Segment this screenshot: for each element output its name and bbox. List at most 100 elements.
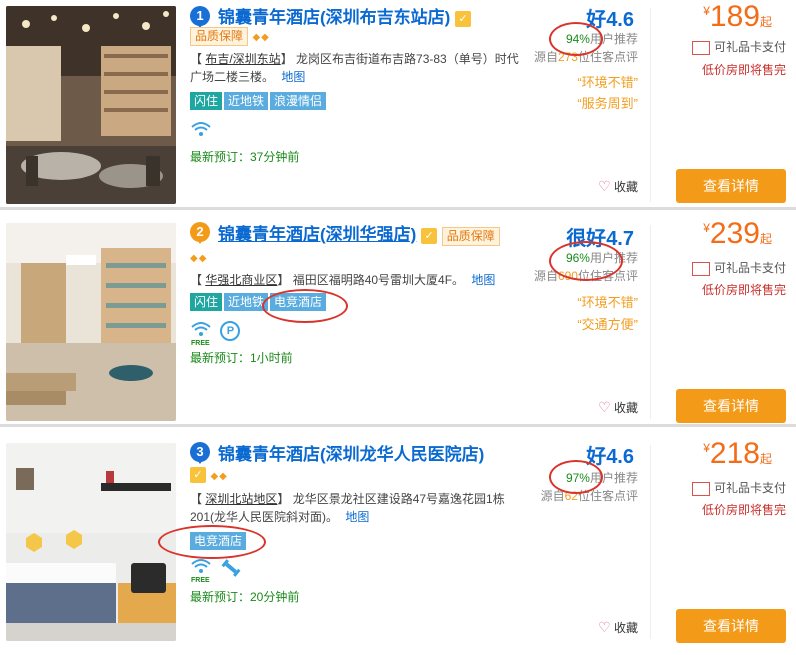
diamond-icon: ◆◆ bbox=[252, 32, 270, 43]
hotel-name-text[interactable]: 锦囊青年酒店(深圳布吉东站店) bbox=[218, 8, 450, 27]
thumbs-up-icon: ✓ bbox=[190, 466, 206, 483]
hotel-card-3: 3 锦囊青年酒店(深圳龙华人民医院店) ✓ ◆◆ 【 深圳北站地区】 龙华区景龙… bbox=[0, 437, 796, 655]
price-unit: 起 bbox=[759, 15, 772, 29]
area-link[interactable]: 布吉/深圳东站 bbox=[205, 52, 280, 66]
heart-icon: ♡ bbox=[598, 178, 611, 194]
address: 【 深圳北站地区】 龙华区景龙社区建设路47号嘉逸花园1栋201(龙华人民医院斜… bbox=[190, 492, 505, 524]
facility-row: FREE bbox=[190, 558, 242, 587]
hotel-name-text[interactable]: 锦囊青年酒店(深圳龙华人民医院店) bbox=[218, 445, 484, 464]
latest-booking: 最新预订：1小时前 bbox=[190, 351, 293, 365]
currency: ¥ bbox=[703, 441, 710, 455]
low-price-note: 低价房即将售完 bbox=[701, 63, 786, 77]
heart-icon: ♡ bbox=[598, 399, 611, 415]
wifi-icon bbox=[191, 122, 211, 136]
diamond-icon: ◆◆ bbox=[210, 471, 228, 482]
favorite-button[interactable]: ♡ 收藏 bbox=[598, 178, 638, 195]
hotel-name-text[interactable]: 锦囊青年酒店(深圳华强店) bbox=[218, 225, 416, 244]
map-link[interactable]: 地图 bbox=[345, 510, 369, 524]
tag-item: 闪住 bbox=[190, 92, 223, 110]
area-link[interactable]: 华强北商业区 bbox=[205, 273, 277, 287]
favorite-button[interactable]: ♡ 收藏 bbox=[598, 399, 638, 416]
hotel-name[interactable]: 锦囊青年酒店(深圳布吉东站店) ✓ bbox=[218, 3, 472, 28]
hotel-name[interactable]: 锦囊青年酒店(深圳华强店) ✓ 品质保障 bbox=[218, 220, 500, 246]
diamond-icon: ◆◆ bbox=[190, 253, 208, 264]
view-details-button[interactable]: 查看详情 bbox=[676, 389, 786, 423]
tag-item: 近地铁 bbox=[224, 92, 269, 110]
wifi-free-icon: FREE bbox=[190, 558, 212, 587]
price-unit: 起 bbox=[759, 232, 772, 246]
latest-booking: 最新预订：20分钟前 bbox=[190, 590, 300, 604]
highlight-circle bbox=[549, 22, 603, 56]
gift-card-icon bbox=[691, 261, 710, 276]
price-value: 239 bbox=[709, 217, 760, 250]
hotel-card-2: 2 锦囊青年酒店(深圳华强店) ✓ 品质保障 ◆◆ 【 华强北商业区】 福田区福… bbox=[0, 217, 796, 427]
gift-card-text: 可礼品卡支付 bbox=[713, 261, 786, 275]
review-quote: “环境不错” bbox=[577, 75, 638, 90]
map-link[interactable]: 地图 bbox=[281, 70, 305, 84]
area-link[interactable]: 深圳北站地区 bbox=[205, 492, 277, 506]
facility-row bbox=[190, 121, 212, 142]
favorite-label: 收藏 bbox=[613, 180, 638, 194]
gift-card-note: 可礼品卡支付 bbox=[691, 479, 786, 496]
low-price-note: 低价房即将售完 bbox=[701, 283, 786, 297]
review-quote: “服务周到” bbox=[577, 96, 638, 111]
highlight-circle bbox=[158, 525, 266, 559]
hotel-photo[interactable] bbox=[6, 443, 176, 641]
tag-item: 浪漫情侣 bbox=[270, 92, 327, 110]
address-text: 福田区福明路40号雷圳大厦4F。 bbox=[292, 273, 465, 287]
quality-badge: 品质保障 bbox=[190, 27, 249, 46]
wifi-free-icon: FREE bbox=[190, 321, 212, 350]
rank-badge: 2 bbox=[190, 222, 210, 244]
gift-card-icon bbox=[691, 481, 710, 496]
currency: ¥ bbox=[703, 4, 710, 18]
price: ¥189起 bbox=[703, 0, 772, 34]
address: 【 布吉/深圳东站】 龙岗区布吉街道布吉路73-83（单号）时代广场二楼三楼。 … bbox=[190, 52, 519, 84]
hotel-photo[interactable] bbox=[6, 6, 176, 204]
price-value: 218 bbox=[709, 437, 760, 470]
hotel-name[interactable]: 锦囊青年酒店(深圳龙华人民医院店) bbox=[218, 440, 484, 465]
score-value: 4.6 bbox=[606, 9, 634, 31]
favorite-label: 收藏 bbox=[613, 401, 638, 415]
highlight-circle bbox=[549, 241, 623, 281]
price-unit: 起 bbox=[759, 452, 772, 466]
latest-booking: 最新预订：37分钟前 bbox=[190, 150, 300, 164]
price: ¥218起 bbox=[703, 437, 772, 471]
quality-badge: 品质保障 bbox=[441, 227, 500, 246]
view-details-button[interactable]: 查看详情 bbox=[676, 609, 786, 643]
review-quote: “环境不错” bbox=[577, 295, 638, 310]
view-details-button[interactable]: 查看详情 bbox=[676, 169, 786, 203]
card-separator bbox=[0, 207, 796, 210]
score-value: 4.6 bbox=[606, 446, 634, 468]
free-label: FREE bbox=[191, 340, 210, 347]
gift-card-text: 可礼品卡支付 bbox=[713, 481, 786, 495]
thumbs-up-icon: ✓ bbox=[421, 227, 438, 244]
favorite-label: 收藏 bbox=[613, 621, 638, 635]
currency: ¥ bbox=[703, 221, 710, 235]
badge-row: ◆◆ bbox=[190, 248, 207, 266]
heart-icon: ♡ bbox=[598, 619, 611, 635]
thumbs-up-icon: ✓ bbox=[455, 10, 472, 27]
rank-badge: 1 bbox=[190, 6, 210, 28]
gym-icon bbox=[221, 559, 241, 577]
favorite-button[interactable]: ♡ 收藏 bbox=[598, 619, 638, 636]
gift-card-text: 可礼品卡支付 bbox=[713, 40, 786, 54]
card-separator bbox=[0, 424, 796, 427]
gift-card-note: 可礼品卡支付 bbox=[691, 38, 786, 55]
rank-badge: 3 bbox=[190, 442, 210, 464]
highlight-circle bbox=[549, 460, 603, 494]
facility-row: FREE P bbox=[190, 321, 241, 350]
divider bbox=[650, 445, 651, 639]
hotel-card-1: 1 锦囊青年酒店(深圳布吉东站店) ✓ 品质保障 ◆◆ 【 布吉/深圳东站】 龙… bbox=[0, 0, 796, 210]
tag-item: 闪住 bbox=[190, 293, 223, 311]
gift-card-icon bbox=[691, 40, 710, 55]
price: ¥239起 bbox=[703, 217, 772, 251]
hotel-photo[interactable] bbox=[6, 223, 176, 421]
badge-row: 品质保障 ◆◆ bbox=[190, 27, 270, 46]
review-quote: “交通方便” bbox=[577, 317, 638, 332]
parking-icon: P bbox=[220, 321, 241, 341]
map-link[interactable]: 地图 bbox=[471, 273, 495, 287]
gift-card-note: 可礼品卡支付 bbox=[691, 259, 786, 276]
divider bbox=[650, 225, 651, 419]
low-price-note: 低价房即将售完 bbox=[701, 503, 786, 517]
tag-row: 闪住 近地铁 浪漫情侣 bbox=[190, 92, 328, 110]
